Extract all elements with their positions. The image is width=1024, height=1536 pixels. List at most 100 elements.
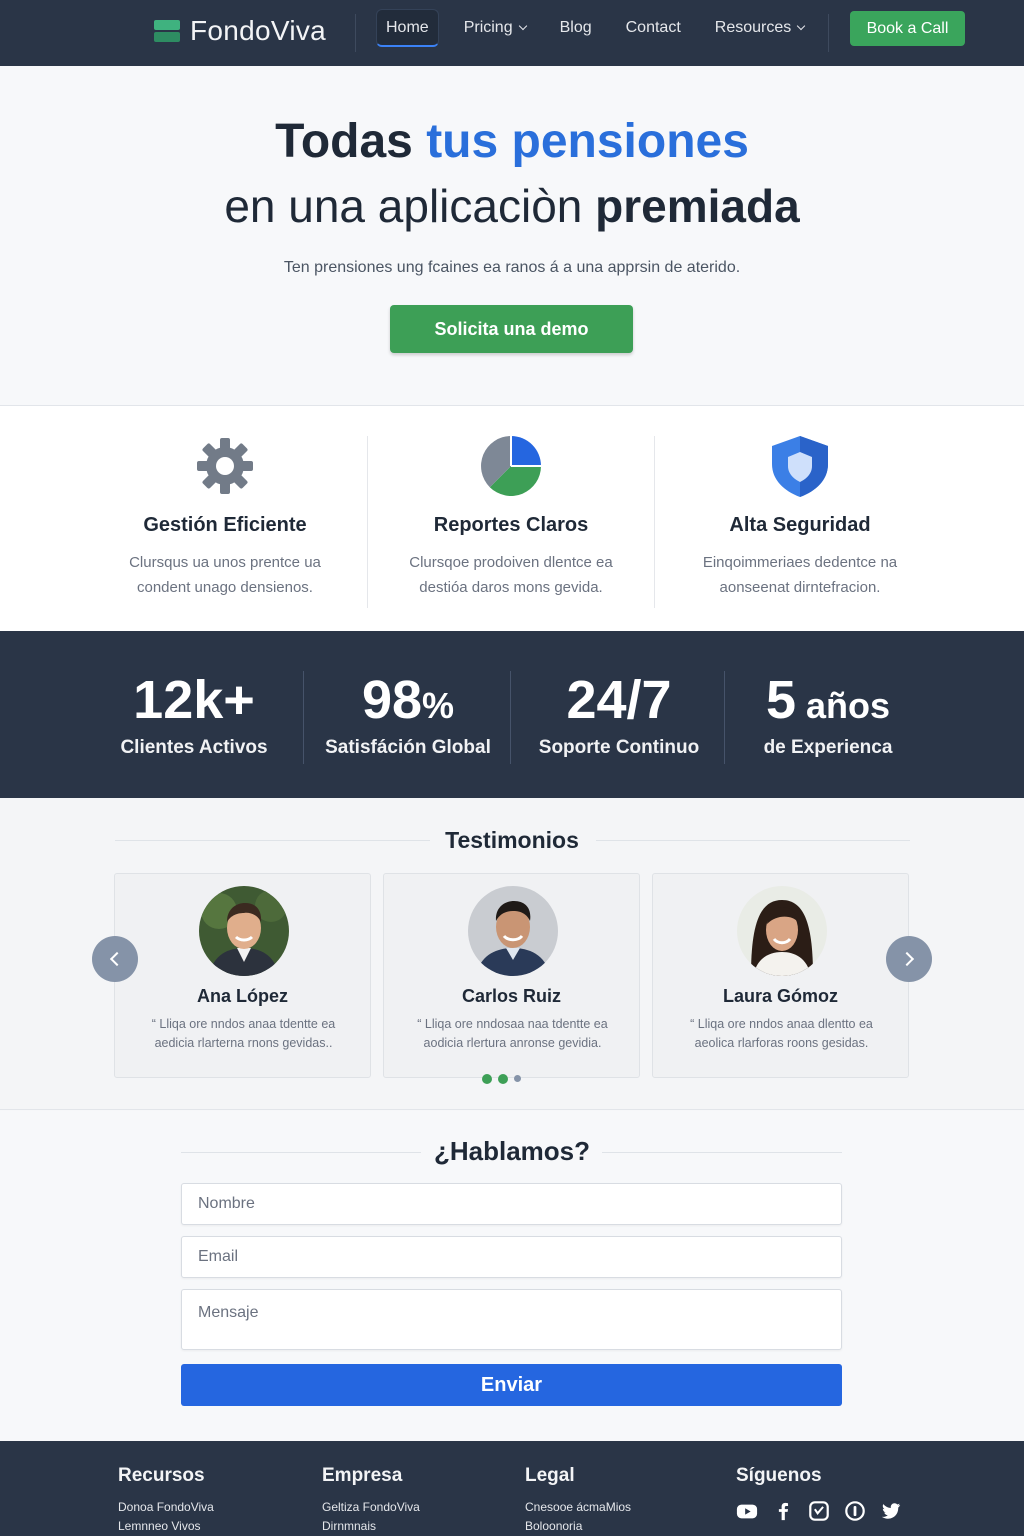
feature-description-line: destióa daros mons gevida. [419,579,603,596]
stats-section: 12k+ Clientes Activos 98% Satisfáción Gl… [0,631,1024,798]
request-demo-button[interactable]: Solicita una demo [390,305,633,353]
feature-description-line: aonseenat dirntefracion. [719,579,881,596]
nav-link-label: Pricing [463,19,513,36]
nav-links: Home Pricing Blog Contact Resources [376,8,821,48]
send-button[interactable]: Enviar [181,1364,842,1406]
twitter-icon[interactable] [880,1500,902,1522]
footer-link[interactable]: Cnesooe ácmaMios [525,1500,631,1514]
testimonial-name: Carlos Ruiz [461,986,562,1006]
carousel-dot-active[interactable] [498,1074,508,1084]
nav-link-label: Contact [625,19,681,36]
stat-value: 12k+ [94,669,294,731]
stat-number: 98 [361,670,423,730]
footer-column-title: Empresa [322,1465,403,1486]
feature-title: Gestión Eficiente [143,514,307,536]
footer-link[interactable]: Lemnneo Vivos [118,1519,214,1533]
stat-label: de Experienca [763,737,893,758]
avatar [737,886,827,976]
nav-divider [828,14,829,52]
footer-column: Empresa Geltiza FondoViva Dirnmnais [322,1465,420,1533]
nav-link-label: Home [386,18,429,36]
message-field[interactable] [181,1289,842,1350]
stat-divider [303,671,304,764]
stat-item: 12k+ Clientes Activos [94,631,294,798]
feature-description-line: Clursqus ua unos prentce ua [129,554,321,571]
testimonial-quote: “ Lliqa ore nndos anaa tdentte ea aedicia… [135,1015,352,1053]
nav-link-label: Blog [559,19,592,36]
feature-description: Einqoimmeriaes dedentce na aonseenat dirn… [655,550,945,600]
testimonial-quote: “ Lliqa ore nndos anaa dlentto ea aeolica… [673,1015,890,1053]
testimonial-quote-line: “ Lliqa ore nndos anaa tdentte ea [151,1017,336,1031]
top-navbar: FondoViva Home Pricing Blog Contact Reso… [0,0,1024,66]
feature-description-line: Clursqoe prodoiven dlentce ea [409,554,613,571]
brand-logo[interactable]: FondoViva [154,15,326,47]
nav-link-contact[interactable]: Contact [609,9,698,47]
facebook-icon[interactable] [772,1500,794,1522]
pinterest-icon[interactable] [844,1500,866,1522]
chevron-down-icon [518,21,527,31]
brand-logo-icon [154,18,180,44]
nav-link-resources[interactable]: Resources [698,9,821,47]
footer-column-title: Legal [525,1465,575,1486]
feature-title: Alta Seguridad [729,514,871,536]
stat-value: 98% [308,669,508,731]
testimonial-quote-line: aedicia rlarterna rnons gevidas.. [154,1036,333,1050]
testimonial-quote-line: “ Lliqa ore nndos anaa dlentto ea [690,1017,873,1031]
footer-link[interactable]: Geltiza FondoViva [322,1500,420,1514]
chevron-right-icon [899,951,915,967]
stat-unit: años [796,685,891,726]
stat-item: 5 años de Experienca [728,631,928,798]
feature-card: Gestión Eficiente Clursqus ua unos prent… [82,406,368,631]
nav-link-label: Resources [714,19,792,36]
stat-label: Satisfáción Global [325,737,491,758]
carousel-dot[interactable] [482,1074,492,1084]
social-links [736,1500,902,1522]
stat-item: 24/7 Soporte Continuo [517,631,721,798]
testimonial-quote-line: aeolica rlarforas roons gesidas. [694,1036,869,1050]
testimonial-quote-line: aodicia rlertura anronse gevidia. [423,1036,602,1050]
feature-description-line: condent unago densienos. [137,579,313,596]
footer-link[interactable]: Dirnmnais [322,1519,420,1533]
footer-column: Recursos Donoa FondoViva Lemnneo Vivos [118,1465,214,1533]
nav-link-pricing[interactable]: Pricing [447,9,543,47]
feature-title: Reportes Claros [433,514,589,536]
feature-card: Alta Seguridad Einqoimmeriaes dedentce n… [655,406,945,631]
feature-description: Clursqoe prodoiven dlentce ea destióa dar… [368,550,654,600]
chevron-down-icon [797,21,806,31]
stat-number: 24/7 [566,670,672,730]
nav-link-blog[interactable]: Blog [543,9,609,47]
carousel-prev-button[interactable] [92,936,138,982]
feature-description-line: Einqoimmeriaes dedentce na [702,554,898,571]
footer-link[interactable]: Boloonoria [525,1519,631,1533]
features-section: Gestión Eficiente Clursqus ua unos prent… [0,406,1024,631]
testimonial-card: Ana López “ Lliqa ore nndos anaa tdentte… [114,873,371,1078]
hero-title-line2: en una aplicaciòn premiada [0,179,1024,233]
footer-link[interactable]: Donoa FondoViva [118,1500,214,1514]
name-field[interactable] [181,1183,842,1225]
testimonial-name: Laura Gómoz [722,986,838,1006]
instagram-icon[interactable] [808,1500,830,1522]
footer-social-title: Síguenos [736,1465,822,1486]
footer-column: Síguenos [736,1465,822,1487]
stat-value: 5 años [728,669,928,731]
shield-icon [772,436,828,497]
youtube-icon[interactable] [736,1500,758,1522]
avatar [199,886,289,976]
pie-chart-icon [481,436,541,496]
brand-name: FondoViva [190,15,327,46]
carousel-dot[interactable] [514,1075,521,1082]
testimonial-card: Carlos Ruiz “ Lliqa ore nndosaa naa tden… [383,873,640,1078]
hero-title-part: en una aplicaciòn [224,180,596,232]
book-call-button[interactable]: Book a Call [850,11,965,46]
carousel-next-button[interactable] [886,936,932,982]
contact-title: ¿Hablamos? [433,1136,591,1166]
email-field[interactable] [181,1236,842,1278]
carousel-dots [482,1074,521,1084]
stat-number: 12k+ [133,670,255,730]
stat-unit: % [422,685,455,726]
nav-link-home[interactable]: Home [376,9,439,47]
testimonial-quote: “ Lliqa ore nndosaa naa tdentte ea aodici… [404,1015,621,1053]
hero-section: Todas tus pensiones en una aplicaciòn pr… [0,66,1024,406]
stat-label: Soporte Continuo [538,737,700,758]
feature-description: Clursqus ua unos prentce ua condent unago… [82,550,368,600]
